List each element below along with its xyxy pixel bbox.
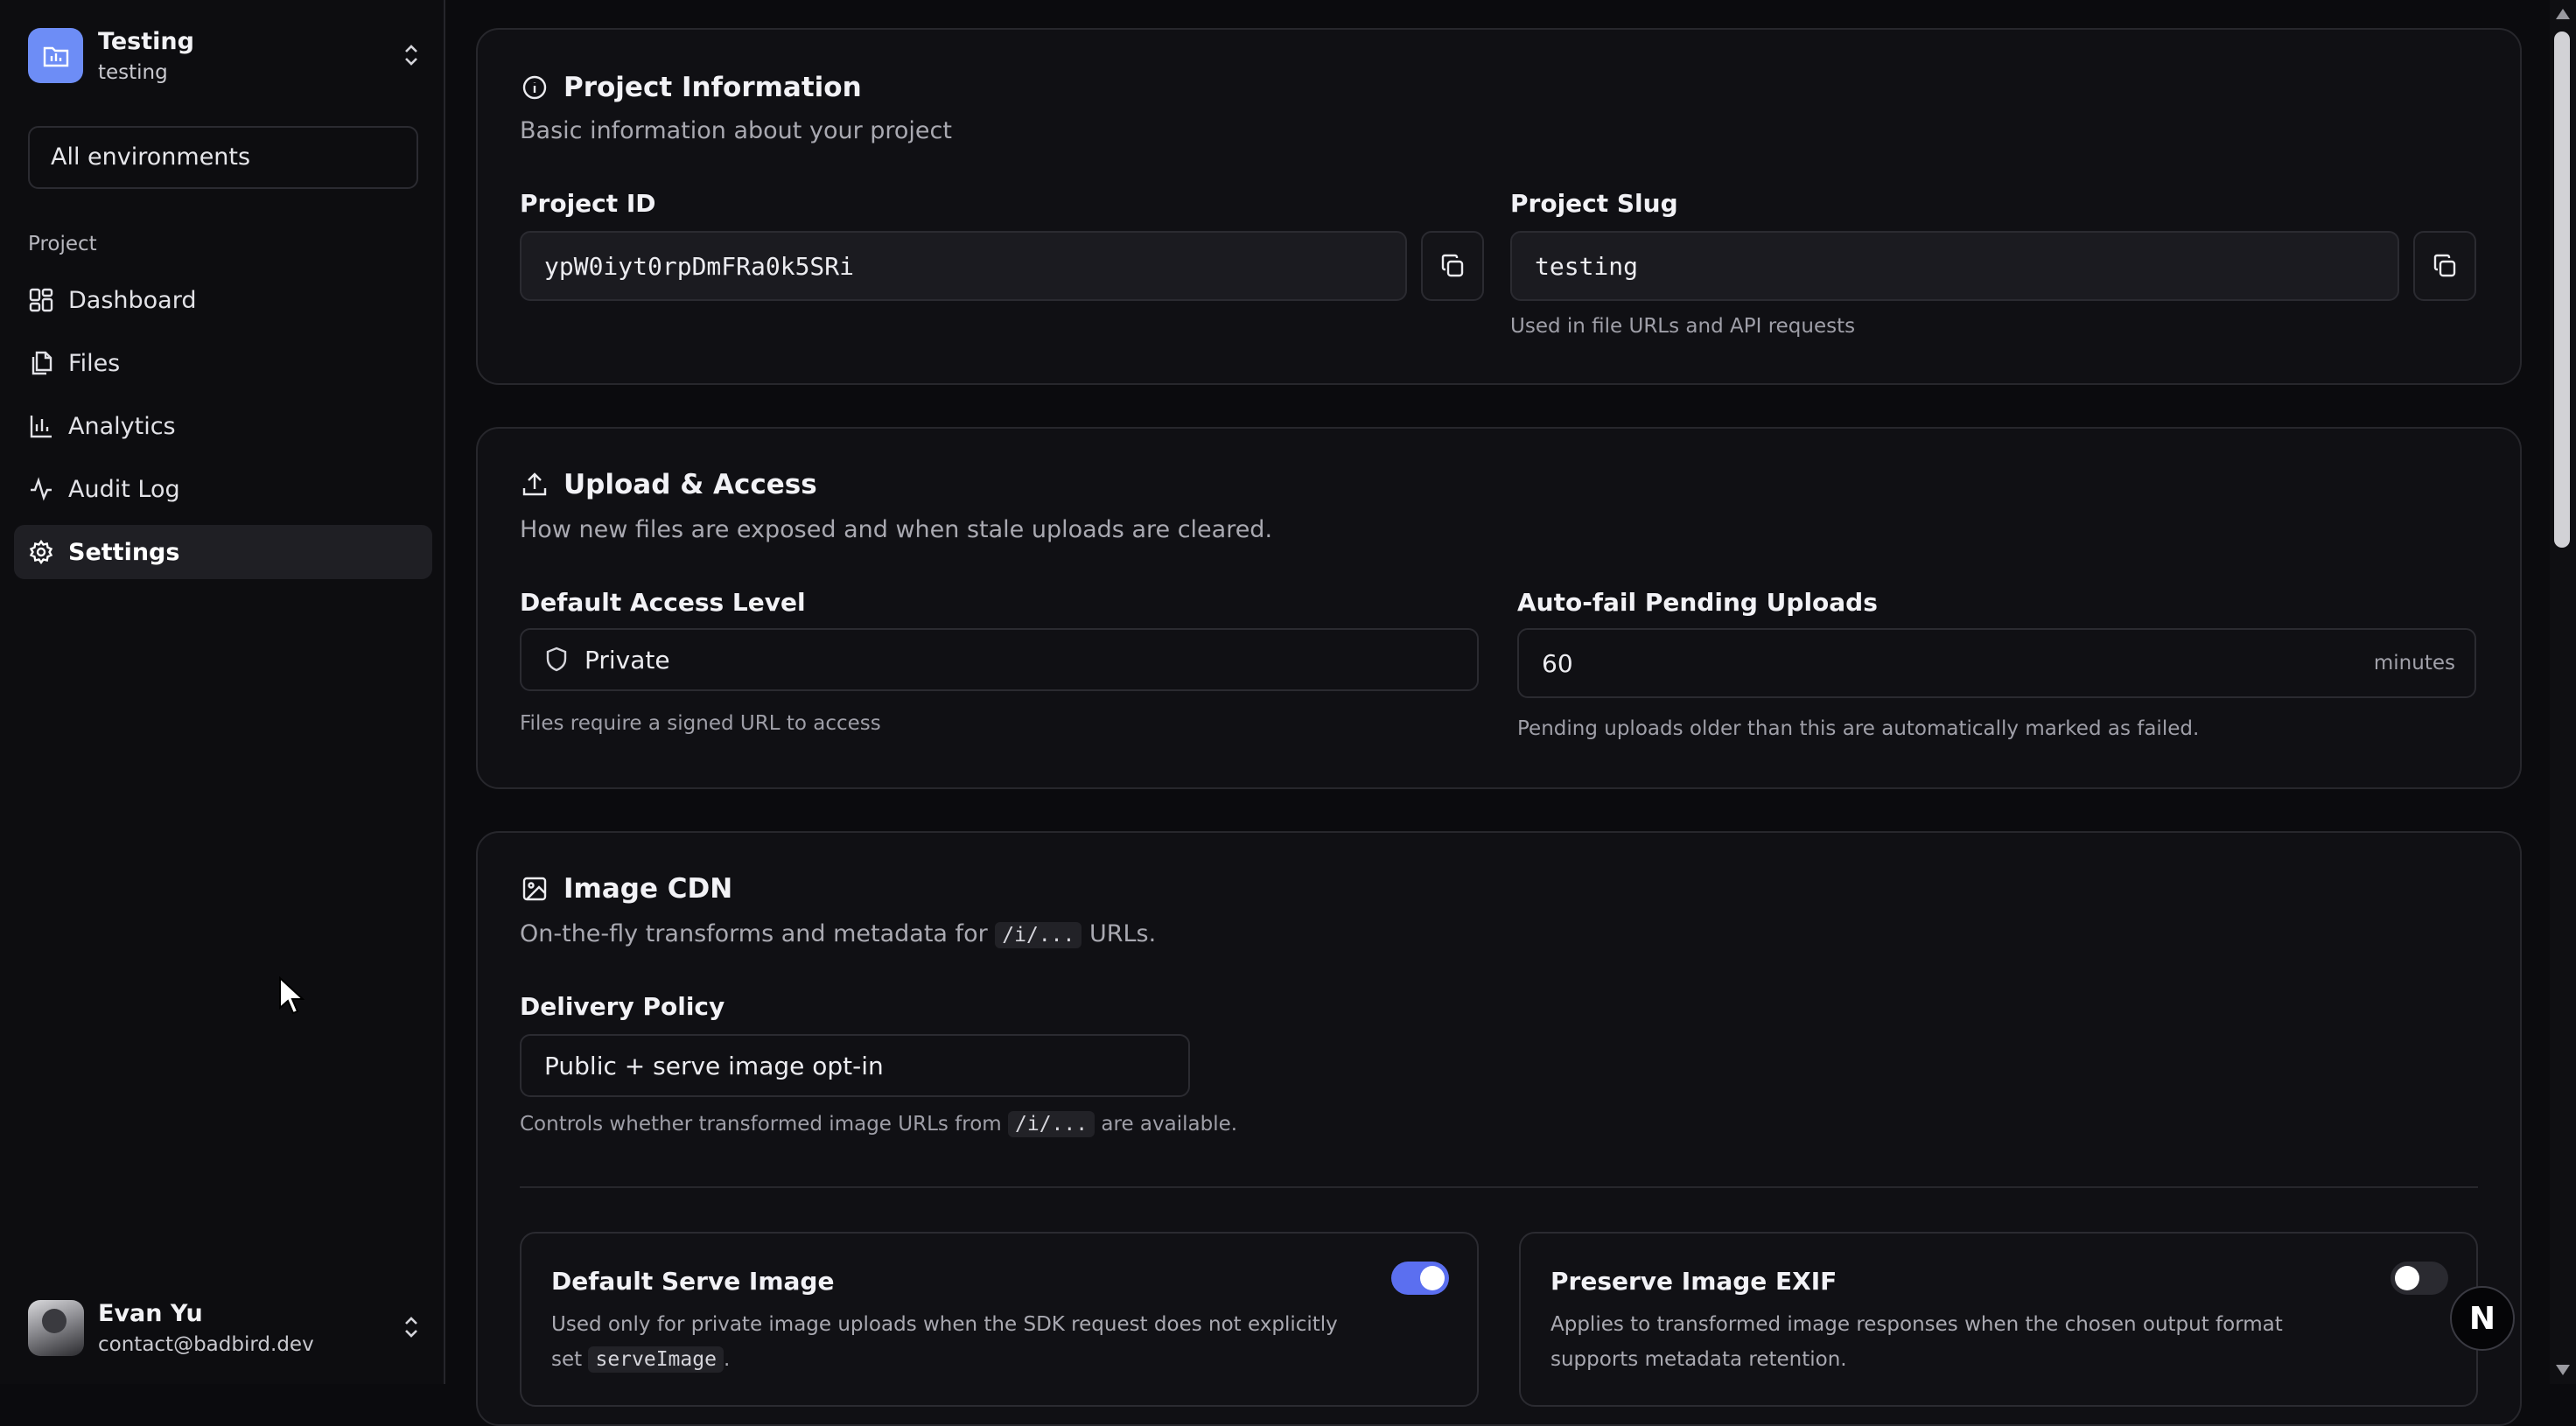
toggle-knob [1420, 1266, 1445, 1290]
card-title-text: Image CDN [564, 873, 733, 905]
project-slug-label: Project Slug [1510, 189, 1678, 218]
default-serve-image-card: Default Serve Image Used only for privat… [520, 1232, 1479, 1407]
chevron-up-down-icon [405, 45, 417, 66]
copy-icon [1441, 254, 1464, 277]
user-email: contact@badbird.dev [98, 1333, 314, 1356]
mouse-cursor-icon [279, 976, 304, 1015]
autofail-unit: minutes [2373, 652, 2455, 675]
copy-icon [2433, 254, 2456, 277]
preserve-exif-toggle[interactable] [2390, 1262, 2448, 1295]
autofail-hint: Pending uploads older than this are auto… [1517, 717, 2200, 740]
upload-access-card: Upload & Access How new files are expose… [476, 427, 2522, 789]
environment-select[interactable]: All environments [28, 126, 418, 189]
card-description: Basic information about your project [520, 117, 952, 144]
toggle-knob [2395, 1266, 2419, 1290]
autofail-label: Auto-fail Pending Uploads [1517, 588, 1878, 617]
sidebar-item-analytics[interactable]: Analytics [14, 399, 432, 453]
default-access-select[interactable]: Private [520, 628, 1479, 691]
sidebar-item-label: Files [68, 349, 121, 377]
sidebar-item-settings[interactable]: Settings [14, 525, 432, 579]
sidebar-item-label: Dashboard [68, 286, 197, 314]
project-id-field[interactable]: ypW0iyt0rpDmFRa0k5SRi [520, 231, 1407, 301]
inline-code: /i/... [995, 922, 1082, 948]
image-cdn-card: Image CDN On-the-fly transforms and meta… [476, 831, 2522, 1426]
user-menu[interactable]: Evan Yu contact@badbird.dev [28, 1298, 422, 1360]
project-slug: testing [98, 61, 168, 84]
sidebar-item-label: Settings [68, 538, 180, 566]
delivery-policy-select[interactable]: Public + serve image opt-in [520, 1034, 1190, 1097]
chevron-up-down-icon [405, 1317, 417, 1338]
scroll-up-icon[interactable] [2555, 7, 2571, 21]
card-description: How new files are exposed and when stale… [520, 516, 1273, 543]
sidebar: Testing testing All environments Project… [0, 0, 445, 1384]
next-devtools-button[interactable]: N [2450, 1286, 2515, 1351]
project-slug-field[interactable]: testing [1510, 231, 2399, 301]
sidebar-item-audit-log[interactable]: Audit Log [14, 462, 432, 516]
sidebar-item-files[interactable]: Files [14, 336, 432, 390]
files-icon [28, 350, 54, 376]
upload-icon [520, 470, 550, 500]
activity-icon [28, 476, 54, 502]
scrollbar-thumb[interactable] [2554, 31, 2570, 548]
card-title: Image CDN [520, 873, 732, 905]
preserve-exif-description: Applies to transformed image responses w… [1550, 1313, 2283, 1371]
avatar [28, 1300, 84, 1356]
sidebar-item-dashboard[interactable]: Dashboard [14, 273, 432, 327]
default-access-value: Private [584, 645, 670, 675]
project-information-card: Project Information Basic information ab… [476, 28, 2522, 385]
project-logo-icon [28, 28, 83, 83]
sidebar-item-label: Audit Log [68, 475, 180, 503]
inline-code: serveImage [588, 1346, 724, 1373]
divider [520, 1186, 2478, 1188]
autofail-input[interactable]: 60 minutes [1517, 628, 2476, 698]
project-switcher[interactable]: Testing testing [28, 26, 422, 87]
sidebar-item-label: Analytics [68, 412, 176, 440]
copy-project-slug-button[interactable] [2413, 231, 2476, 301]
image-icon [520, 874, 550, 904]
card-title-text: Project Information [564, 72, 862, 103]
scroll-down-icon[interactable] [2555, 1363, 2571, 1377]
main-content: Project Information Basic information ab… [445, 0, 2550, 1426]
copy-project-id-button[interactable] [1421, 231, 1484, 301]
card-title-text: Upload & Access [564, 469, 817, 500]
preserve-exif-card: Preserve Image EXIF Applies to transform… [1519, 1232, 2478, 1407]
default-serve-image-toggle[interactable] [1391, 1262, 1449, 1295]
user-name: Evan Yu [98, 1300, 203, 1327]
gear-icon [28, 539, 54, 565]
delivery-policy-label: Delivery Policy [520, 992, 725, 1021]
project-id-label: Project ID [520, 189, 656, 218]
dashboard-icon [28, 287, 54, 313]
default-serve-image-title: Default Serve Image [551, 1267, 835, 1296]
card-title: Upload & Access [520, 469, 817, 500]
preserve-exif-title: Preserve Image EXIF [1550, 1267, 1838, 1296]
default-access-hint: Files require a signed URL to access [520, 712, 881, 735]
nav-section-label: Project [28, 233, 97, 255]
default-serve-image-description: Used only for private image uploads when… [551, 1313, 1338, 1373]
autofail-value: 60 [1542, 648, 1573, 678]
project-name: Testing [98, 28, 194, 55]
card-title: Project Information [520, 72, 862, 103]
delivery-policy-hint: Controls whether transformed image URLs … [520, 1111, 1238, 1137]
inline-code: /i/... [1008, 1111, 1096, 1137]
card-description: On-the-fly transforms and metadata for /… [520, 920, 1157, 948]
project-slug-hint: Used in file URLs and API requests [1510, 315, 1856, 338]
info-icon [520, 73, 550, 102]
analytics-icon [28, 413, 54, 439]
shield-icon [546, 647, 567, 672]
default-access-label: Default Access Level [520, 588, 806, 617]
